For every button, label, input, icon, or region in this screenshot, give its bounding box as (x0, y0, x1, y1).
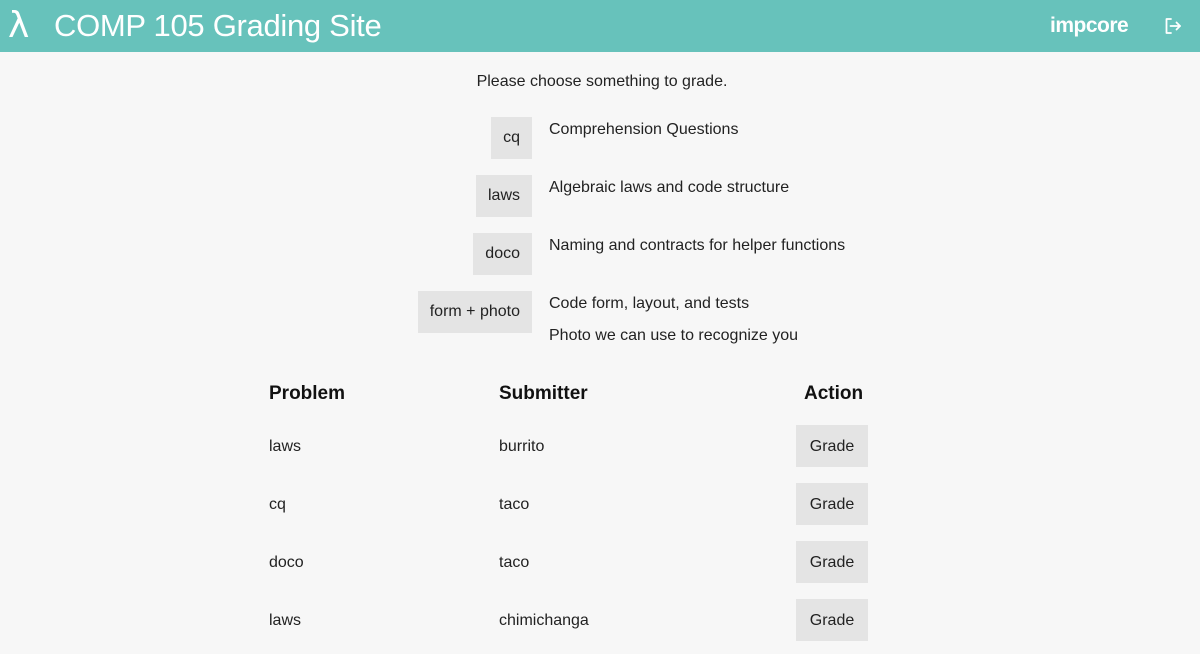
category-description: Code form, layout, and tests (549, 295, 750, 312)
grade-button[interactable]: Grade (796, 483, 868, 525)
submitter-cell: burrito (499, 438, 545, 455)
problem-cell: doco (269, 554, 304, 571)
site-title[interactable]: COMP 105 Grading Site (54, 7, 382, 45)
category-button-form-photo[interactable]: form + photo (417, 291, 532, 333)
problem-cell: laws (269, 612, 302, 629)
column-header-action: Action (804, 383, 864, 404)
category-button-cq[interactable]: cq (491, 117, 532, 159)
column-header-submitter: Submitter (499, 383, 588, 404)
category-description: Naming and contracts for helper function… (549, 237, 846, 254)
problem-cell: cq (269, 496, 286, 513)
grade-button[interactable]: Grade (796, 541, 868, 583)
category-button-doco[interactable]: doco (473, 233, 532, 275)
problem-cell: laws (269, 438, 302, 455)
grade-button[interactable]: Grade (796, 425, 868, 467)
submitter-cell: chimichanga (499, 612, 589, 629)
user-name-link[interactable]: impcore (1050, 13, 1129, 39)
submitter-cell: taco (499, 554, 530, 571)
category-description: Photo we can use to recognize you (549, 327, 799, 344)
category-description: Comprehension Questions (549, 121, 739, 138)
column-header-problem: Problem (269, 383, 346, 404)
logout-icon[interactable] (1163, 16, 1183, 36)
top-bar: λ COMP 105 Grading Site impcore (0, 0, 1200, 52)
lambda-logo: λ (8, 5, 30, 46)
category-description: Algebraic laws and code structure (549, 179, 790, 196)
grade-button[interactable]: Grade (796, 599, 868, 641)
submitter-cell: taco (499, 496, 530, 513)
choose-prompt: Please choose something to grade. (476, 73, 728, 90)
category-button-laws[interactable]: laws (475, 175, 532, 217)
